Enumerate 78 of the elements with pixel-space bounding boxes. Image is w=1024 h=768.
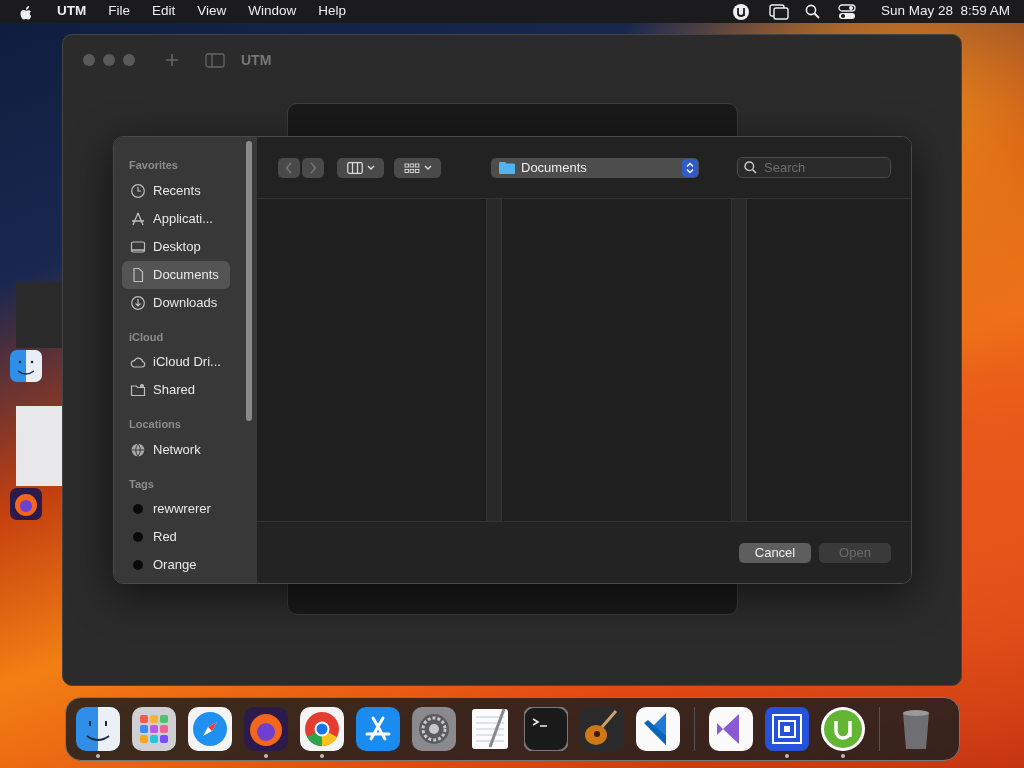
clock[interactable]: Sun May 28 8:59 AM bbox=[869, 1, 1012, 22]
sidebar-item[interactable]: Red bbox=[122, 523, 230, 551]
sidebar-item[interactable]: Desktop bbox=[122, 232, 230, 261]
window-thumbnail[interactable] bbox=[16, 406, 62, 486]
search-field[interactable]: Search bbox=[737, 157, 891, 178]
section-heading: iCloud bbox=[128, 329, 165, 345]
search-icon bbox=[744, 161, 757, 174]
forward-button[interactable] bbox=[302, 157, 324, 178]
shared-folder-icon bbox=[130, 382, 146, 398]
ribbon-logo-icon[interactable] bbox=[636, 707, 680, 751]
terminal-icon[interactable] bbox=[524, 707, 568, 751]
running-indicator bbox=[320, 754, 324, 758]
window-title: UTM bbox=[241, 50, 272, 70]
face-icon[interactable] bbox=[10, 350, 42, 382]
tag-dot-icon bbox=[130, 501, 146, 517]
letter-a-icon[interactable] bbox=[356, 707, 400, 751]
windows-icon[interactable] bbox=[768, 3, 789, 20]
menu-item[interactable]: Window bbox=[237, 1, 308, 22]
toggle-icon[interactable] bbox=[837, 3, 856, 20]
sidebar-item[interactable]: rewwrerer bbox=[122, 495, 230, 523]
menu-item[interactable]: Help bbox=[307, 1, 358, 22]
menu-item[interactable]: View bbox=[186, 1, 238, 22]
group-button[interactable] bbox=[394, 157, 441, 178]
search-icon[interactable] bbox=[804, 4, 820, 19]
sidebar-item[interactable]: Applicati... bbox=[122, 204, 230, 233]
folder-icon bbox=[499, 161, 515, 174]
menu-item[interactable]: Edit bbox=[141, 1, 187, 22]
running-indicator bbox=[96, 754, 100, 758]
tag-dot-icon bbox=[130, 557, 146, 573]
circle-logo-icon[interactable] bbox=[300, 707, 344, 751]
fox-icon[interactable] bbox=[10, 488, 42, 520]
face-icon[interactable] bbox=[76, 707, 120, 751]
scrollbar[interactable] bbox=[246, 141, 252, 421]
location-popup[interactable]: Documents bbox=[491, 157, 699, 178]
tag-dot-icon bbox=[130, 529, 146, 545]
menu-item[interactable]: File bbox=[97, 1, 141, 22]
sidebar-item[interactable]: Recents bbox=[122, 176, 230, 205]
compass-icon[interactable] bbox=[188, 707, 232, 751]
section-heading: Tags bbox=[128, 476, 155, 492]
chevron-right-icon bbox=[309, 161, 317, 174]
nested-squares-icon[interactable] bbox=[765, 707, 809, 751]
clock-icon bbox=[130, 182, 146, 199]
window-thumbnail[interactable] bbox=[16, 282, 62, 348]
grid-icon[interactable] bbox=[132, 707, 176, 751]
menu-item[interactable]: UTM bbox=[46, 1, 98, 22]
view-mode-button[interactable] bbox=[337, 157, 384, 178]
mu-logo-icon[interactable] bbox=[821, 707, 865, 751]
guitar-icon[interactable] bbox=[580, 707, 624, 751]
sidebar-item[interactable]: Shared bbox=[122, 376, 230, 404]
dialog-button[interactable]: Cancel bbox=[739, 542, 811, 563]
columns-icon bbox=[346, 161, 363, 174]
sidebar-item[interactable]: Orange bbox=[122, 551, 230, 579]
back-button[interactable] bbox=[278, 157, 300, 178]
chevron-left-icon bbox=[285, 161, 293, 174]
grid-icon bbox=[403, 161, 420, 174]
running-indicator bbox=[785, 754, 789, 758]
section-heading: Locations bbox=[128, 417, 182, 432]
gear-icon[interactable] bbox=[412, 707, 456, 751]
apps-icon bbox=[130, 210, 146, 227]
stepper-icon bbox=[686, 161, 694, 174]
section-heading: Favorites bbox=[128, 158, 179, 173]
sidebar-item[interactable]: Downloads bbox=[122, 288, 230, 317]
cloud-icon bbox=[130, 354, 146, 370]
running-indicator bbox=[264, 754, 268, 758]
sidebar-toggle-icon[interactable] bbox=[205, 52, 225, 68]
status-logo-icon[interactable] bbox=[730, 2, 751, 21]
fox-icon[interactable] bbox=[244, 707, 288, 751]
ribbon-logo-icon[interactable] bbox=[709, 707, 753, 751]
chevron-down-icon bbox=[366, 164, 375, 171]
sidebar-item[interactable]: iCloud Dri... bbox=[122, 348, 230, 376]
running-indicator bbox=[841, 754, 845, 758]
sidebar-item[interactable]: Documents bbox=[122, 260, 230, 289]
globe-icon bbox=[130, 441, 146, 458]
document-icon bbox=[130, 266, 146, 283]
chevron-down-icon bbox=[423, 164, 432, 171]
sidebar-item[interactable]: Network bbox=[122, 435, 230, 464]
desktop-icon bbox=[130, 238, 146, 255]
download-icon bbox=[130, 294, 146, 311]
